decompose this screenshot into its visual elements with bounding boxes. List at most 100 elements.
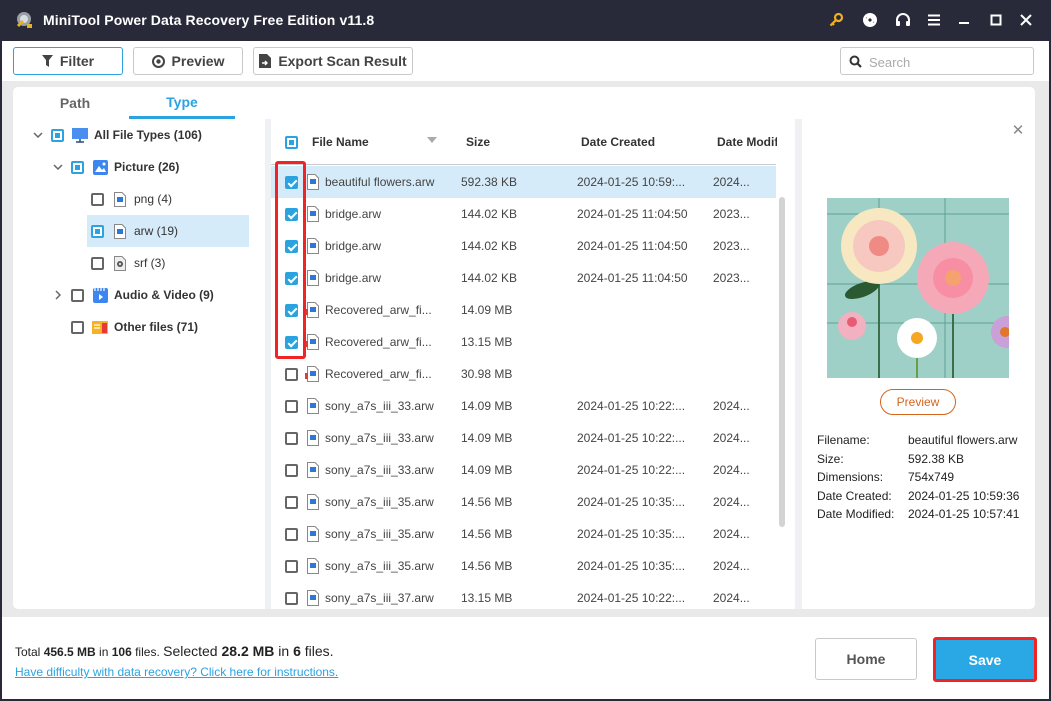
file-row-checkbox[interactable] — [285, 560, 298, 573]
column-header-date-modified[interactable]: Date Modif — [717, 135, 777, 149]
maximize-icon[interactable] — [986, 10, 1006, 30]
file-date-created: 2024-01-25 10:35:... — [577, 527, 686, 541]
file-row[interactable]: sony_a7s_iii_33.arw 14.09 MB 2024-01-25 10… — [271, 422, 776, 454]
file-row-checkbox[interactable] — [285, 528, 298, 541]
headset-icon[interactable] — [893, 10, 913, 30]
close-icon[interactable] — [1016, 10, 1036, 30]
tree-item-arw[interactable]: arw (19) — [87, 215, 249, 247]
chevron-down-icon[interactable] — [51, 160, 65, 174]
checkbox-audio-video[interactable] — [71, 288, 84, 302]
file-row[interactable]: bridge.arw 144.02 KB 2024-01-25 11:04:50 20… — [271, 198, 776, 230]
home-button[interactable]: Home — [815, 638, 917, 680]
help-link[interactable]: Have difficulty with data recovery? Clic… — [15, 665, 338, 679]
file-row-checkbox[interactable] — [285, 464, 298, 477]
file-row-checkbox[interactable] — [285, 432, 298, 445]
preview-button[interactable]: Preview — [133, 47, 243, 75]
tree-item-other-files[interactable]: Other files (71) — [71, 311, 251, 343]
tree-item-png[interactable]: png (4) — [91, 183, 249, 215]
file-date-created: 2024-01-25 10:22:... — [577, 591, 686, 605]
image-file-icon — [112, 191, 128, 207]
checkbox-srf[interactable] — [91, 256, 104, 270]
video-icon — [92, 287, 108, 303]
chevron-right-icon[interactable] — [51, 288, 65, 302]
file-row[interactable]: Recovered_arw_fi... 13.15 MB — [271, 326, 776, 358]
file-row-checkbox[interactable] — [285, 336, 298, 349]
checkbox-png[interactable] — [91, 192, 104, 206]
chevron-down-icon[interactable] — [31, 128, 45, 142]
file-date-modified: 2024... — [713, 559, 750, 573]
damaged-image-file-icon — [305, 366, 319, 382]
file-date-modified: 2024... — [713, 463, 750, 477]
menu-icon[interactable] — [924, 10, 944, 30]
save-button[interactable]: Save — [933, 637, 1037, 682]
image-file-icon — [307, 206, 319, 222]
file-row[interactable]: bridge.arw 144.02 KB 2024-01-25 11:04:50 20… — [271, 230, 776, 262]
select-all-checkbox[interactable] — [285, 136, 298, 149]
file-name: bridge.arw — [325, 239, 382, 253]
file-date-modified: 2024... — [713, 431, 750, 445]
tab-path[interactable]: Path — [25, 87, 125, 119]
file-name: sony_a7s_iii_35.arw — [325, 559, 434, 573]
panel-divider — [795, 119, 802, 609]
search-box[interactable] — [840, 47, 1034, 75]
minimize-icon[interactable] — [954, 10, 974, 30]
folder-icon — [92, 319, 108, 335]
title-bar: MiniTool Power Data Recovery Free Editio… — [0, 0, 1051, 41]
file-name: sony_a7s_iii_33.arw — [325, 431, 434, 445]
sort-desc-icon[interactable] — [427, 137, 437, 143]
file-row[interactable]: bridge.arw 144.02 KB 2024-01-25 11:04:50 20… — [271, 262, 776, 294]
filter-icon — [41, 55, 53, 67]
file-row[interactable]: sony_a7s_iii_35.arw 14.56 MB 2024-01-25 10… — [271, 550, 776, 582]
file-size: 144.02 KB — [461, 207, 518, 221]
search-input[interactable] — [869, 52, 1029, 72]
damaged-image-file-icon — [305, 334, 319, 350]
tab-type[interactable]: Type — [129, 87, 235, 119]
key-icon[interactable] — [826, 10, 846, 30]
file-name: bridge.arw — [325, 207, 382, 221]
file-row-checkbox[interactable] — [285, 272, 298, 285]
disc-icon[interactable] — [860, 10, 880, 30]
file-row-checkbox[interactable] — [285, 592, 298, 605]
picture-icon — [92, 159, 108, 175]
tree-item-label: arw (19) — [134, 224, 179, 238]
checkbox-other-files[interactable] — [71, 320, 84, 334]
tree-item-picture[interactable]: Picture (26) — [51, 151, 251, 183]
checkbox-all-file-types[interactable] — [51, 128, 64, 142]
file-row[interactable]: sony_a7s_iii_33.arw 14.09 MB 2024-01-25 10… — [271, 454, 776, 486]
info-row-date-created: Date Created: 2024-01-25 10:59:36 — [817, 488, 1020, 503]
column-header-size[interactable]: Size — [466, 135, 490, 149]
file-row[interactable]: sony_a7s_iii_35.arw 14.56 MB 2024-01-25 10… — [271, 486, 776, 518]
file-row-checkbox[interactable] — [285, 304, 298, 317]
column-header-date-created[interactable]: Date Created — [581, 135, 655, 149]
file-row-checkbox[interactable] — [285, 368, 298, 381]
filter-button[interactable]: Filter — [13, 47, 123, 75]
tree-item-all-file-types[interactable]: All File Types (106) — [31, 119, 251, 151]
file-date-created: 2024-01-25 10:35:... — [577, 495, 686, 509]
file-row[interactable]: Recovered_arw_fi... 30.98 MB — [271, 358, 776, 390]
file-row[interactable]: sony_a7s_iii_35.arw 14.56 MB 2024-01-25 10… — [271, 518, 776, 550]
file-row-checkbox[interactable] — [285, 240, 298, 253]
file-row[interactable]: sony_a7s_iii_33.arw 14.09 MB 2024-01-25 10… — [271, 390, 776, 422]
file-row-checkbox[interactable] — [285, 400, 298, 413]
file-row[interactable]: Recovered_arw_fi... 14.09 MB — [271, 294, 776, 326]
checkbox-arw[interactable] — [91, 224, 104, 238]
status-bar: Total 456.5 MB in 106 files. Selected 28… — [2, 617, 1049, 699]
tree-item-audio-video[interactable]: Audio & Video (9) — [51, 279, 251, 311]
file-row-checkbox[interactable] — [285, 496, 298, 509]
file-size: 144.02 KB — [461, 271, 518, 285]
image-file-icon — [112, 223, 128, 239]
file-row[interactable]: sony_a7s_iii_37.arw 13.15 MB 2024-01-25 10… — [271, 582, 776, 609]
file-row-checkbox[interactable] — [285, 176, 298, 189]
column-header-file-name[interactable]: File Name — [312, 135, 369, 149]
close-preview-icon[interactable]: ✕ — [1011, 122, 1025, 139]
file-name: beautiful flowers.arw — [325, 175, 435, 189]
file-date-created: 2024-01-25 10:35:... — [577, 559, 686, 573]
file-row-checkbox[interactable] — [285, 208, 298, 221]
export-scan-result-button[interactable]: Export Scan Result — [253, 47, 413, 75]
file-list-scrollbar[interactable] — [779, 197, 785, 527]
checkbox-picture[interactable] — [71, 160, 84, 174]
file-row[interactable]: beautiful flowers.arw 592.38 KB 2024-01-25… — [271, 166, 776, 198]
tree-item-srf[interactable]: srf (3) — [91, 247, 249, 279]
preview-file-button[interactable]: Preview — [880, 389, 956, 415]
file-name: Recovered_arw_fi... — [325, 367, 432, 381]
